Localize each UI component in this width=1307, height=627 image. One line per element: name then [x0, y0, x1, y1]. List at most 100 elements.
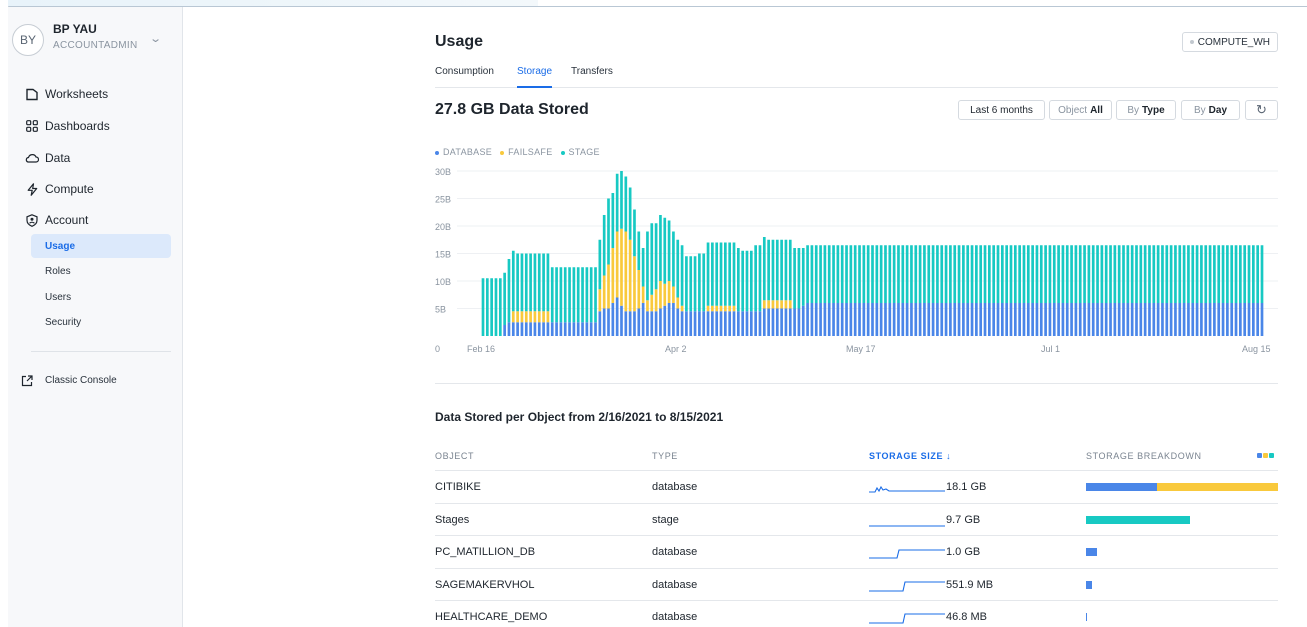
bar-failsafe	[724, 305, 727, 312]
tab-transfers[interactable]: Transfers	[571, 66, 613, 86]
bar-stage	[520, 253, 524, 312]
bar-stage	[1113, 245, 1117, 303]
bar-failsafe	[784, 300, 788, 309]
nav-compute[interactable]: Compute	[8, 177, 183, 201]
tab-consumption[interactable]: Consumption	[435, 66, 494, 86]
bar-database	[1165, 303, 1169, 336]
bar-database	[507, 322, 511, 336]
bar-stage	[1195, 245, 1199, 303]
bar-database	[706, 311, 710, 336]
classic-console-link[interactable]: Classic Console	[8, 371, 183, 391]
legend-item-database: DATABASE	[435, 147, 492, 157]
bar-failsafe	[762, 300, 766, 309]
table-row[interactable]: HEALTHCARE_DEMO database 46.8 MB	[435, 600, 1278, 627]
sidebar-item-label: Security	[45, 316, 82, 328]
group-by-day-button[interactable]: By Day	[1181, 100, 1240, 120]
sidebar-item-users[interactable]: Users	[31, 285, 171, 309]
bar-stage	[819, 245, 822, 303]
data-stored-heading: 27.8 GB Data Stored	[435, 101, 589, 118]
bar-stage	[728, 242, 732, 306]
table-row[interactable]: SAGEMAKERVHOL database 551.9 MB	[435, 567, 1278, 600]
bar-database	[529, 322, 532, 336]
date-range-button[interactable]: Last 6 months	[958, 100, 1045, 120]
bar-stage	[1156, 245, 1160, 303]
nav-data[interactable]: Data	[8, 146, 183, 170]
object-type: database	[652, 481, 698, 493]
bar-failsafe	[663, 283, 667, 306]
bar-stage	[641, 248, 645, 287]
group-by-type-button[interactable]: By Type	[1116, 100, 1176, 120]
chevron-down-icon[interactable]: ⌄	[149, 32, 162, 45]
bar-database	[555, 322, 558, 336]
bar-database	[542, 322, 545, 336]
bar-stage	[585, 267, 589, 323]
bar-database	[1074, 303, 1078, 336]
bar-failsafe	[788, 300, 792, 309]
sidebar-item-roles[interactable]: Roles	[31, 259, 171, 283]
bar-stage	[659, 215, 662, 281]
bar-stage	[849, 245, 853, 303]
object-name: PC_MATILLION_DB	[435, 546, 536, 558]
nav-label: Worksheets	[45, 87, 109, 101]
bolt-icon	[25, 182, 39, 196]
sidebar-item-usage[interactable]: Usage	[31, 234, 171, 258]
breakdown-bar-database	[1086, 580, 1092, 589]
table-row[interactable]: CITIBIKE database 18.1 GB	[435, 470, 1278, 502]
bar-stage	[988, 245, 991, 303]
column-header-storage-size[interactable]: STORAGE SIZE ↓	[869, 451, 951, 461]
bar-stage	[672, 231, 675, 287]
nav-account[interactable]: Account	[8, 208, 183, 232]
bar-failsafe	[650, 294, 654, 312]
bar-database	[1130, 303, 1134, 336]
bar-database	[1109, 303, 1112, 336]
y-tick-label: 0	[435, 344, 440, 354]
section-divider	[435, 383, 1278, 384]
bar-database	[1061, 303, 1065, 336]
bar-stage	[689, 256, 693, 312]
classic-console-label: Classic Console	[45, 375, 117, 386]
nav-dashboards[interactable]: Dashboards	[8, 114, 183, 138]
bar-database	[1031, 303, 1034, 336]
bar-stage	[810, 245, 814, 303]
bar-database	[594, 322, 597, 336]
bar-stage	[771, 239, 775, 301]
table-row[interactable]: Stages stage 9.7 GB	[435, 502, 1278, 535]
bar-database	[1091, 303, 1095, 336]
user-menu[interactable]: BY BP YAU ACCOUNTADMIN ⌄	[8, 20, 183, 60]
bar-database	[853, 303, 857, 336]
bar-database	[1187, 303, 1190, 336]
bar-failsafe	[607, 264, 610, 309]
bar-stage	[1000, 245, 1004, 303]
bar-database	[940, 303, 944, 336]
nav-label: Account	[45, 213, 89, 227]
sidebar-item-label: Roles	[45, 265, 71, 277]
bar-database	[641, 303, 645, 336]
bar-stage	[762, 237, 766, 301]
bar-database	[814, 303, 818, 336]
date-range-label: Last 6 months	[970, 104, 1033, 116]
warehouse-selector[interactable]: COMPUTE_WH	[1181, 32, 1278, 52]
sidebar-item-security[interactable]: Security	[31, 310, 171, 334]
bar-database	[758, 311, 762, 336]
bar-database	[1152, 303, 1156, 336]
nav-worksheets[interactable]: Worksheets	[8, 82, 183, 106]
bar-stage	[1013, 245, 1017, 303]
refresh-icon[interactable]: ↻	[1245, 100, 1278, 120]
bar-stage	[875, 245, 879, 303]
bar-stage	[788, 239, 792, 301]
bar-database	[1005, 303, 1008, 336]
column-header-object[interactable]: OBJECT	[435, 451, 474, 461]
bar-stage	[628, 187, 632, 240]
column-header-type[interactable]: TYPE	[652, 451, 678, 461]
bar-stage	[970, 245, 974, 303]
object-filter-button[interactable]: Object All	[1049, 100, 1112, 120]
bar-database	[1226, 303, 1229, 336]
bar-failsafe	[732, 305, 736, 312]
tab-storage[interactable]: Storage	[517, 66, 553, 88]
bar-database	[762, 308, 766, 336]
bar-database	[663, 305, 667, 336]
table-row[interactable]: PC_MATILLION_DB database 1.0 GB	[435, 535, 1278, 567]
bar-database	[550, 322, 554, 336]
bar-database	[996, 303, 1000, 336]
bar-stage	[542, 253, 545, 312]
